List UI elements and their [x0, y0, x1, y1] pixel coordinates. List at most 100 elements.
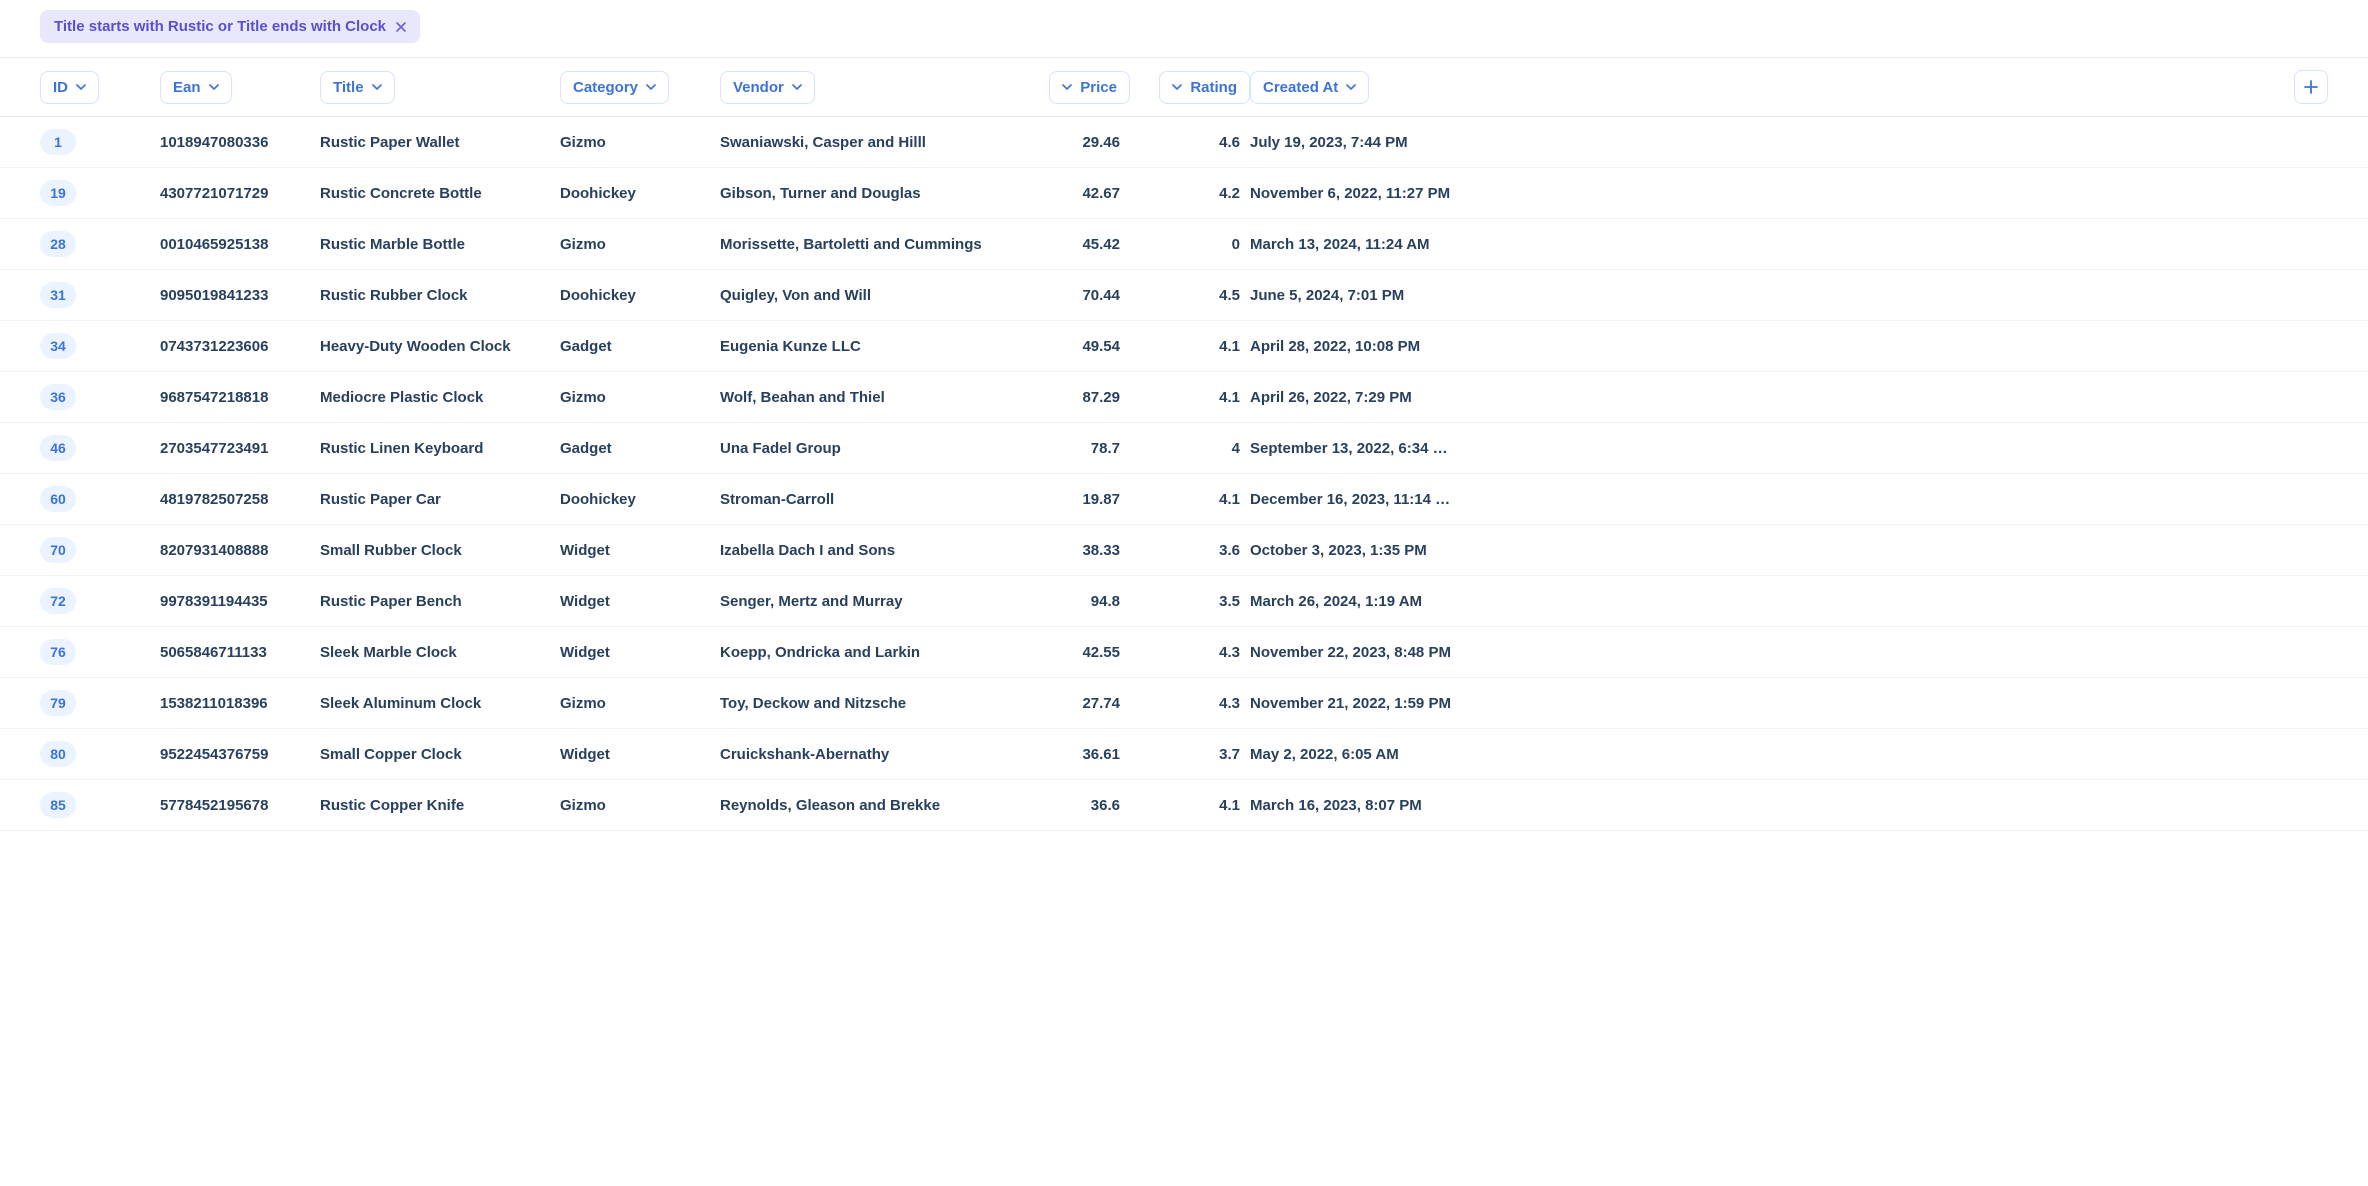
column-header-vendor[interactable]: Vendor: [720, 71, 815, 104]
cell-rating: 4.2: [1130, 185, 1250, 202]
cell-vendor: Cruickshank-Abernathy: [720, 746, 1010, 763]
chevron-down-icon: [646, 82, 656, 92]
cell-title: Mediocre Plastic Clock: [320, 389, 560, 406]
cell-created: November 22, 2023, 8:48 PM: [1250, 644, 1490, 661]
id-link[interactable]: 31: [40, 282, 76, 308]
id-link[interactable]: 76: [40, 639, 76, 665]
filter-pill[interactable]: Title starts with Rustic or Title ends w…: [40, 10, 420, 43]
id-link[interactable]: 60: [40, 486, 76, 512]
chevron-down-icon: [1172, 82, 1182, 92]
id-link[interactable]: 80: [40, 741, 76, 767]
table-row: 604819782507258Rustic Paper CarDoohickey…: [0, 474, 2368, 525]
cell-ean: 4307721071729: [160, 185, 320, 202]
column-header-category[interactable]: Category: [560, 71, 669, 104]
close-icon[interactable]: [396, 20, 406, 34]
id-link[interactable]: 85: [40, 792, 76, 818]
cell-rating: 0: [1130, 236, 1250, 253]
column-header-ean[interactable]: Ean: [160, 71, 232, 104]
cell-category: Widget: [560, 644, 720, 661]
cell-category: Gizmo: [560, 134, 720, 151]
id-link[interactable]: 72: [40, 588, 76, 614]
cell-price: 94.8: [1010, 593, 1130, 610]
cell-title: Small Rubber Clock: [320, 542, 560, 559]
cell-category: Doohickey: [560, 185, 720, 202]
id-link[interactable]: 70: [40, 537, 76, 563]
id-link[interactable]: 46: [40, 435, 76, 461]
cell-category: Gizmo: [560, 695, 720, 712]
table-row: 708207931408888Small Rubber ClockWidgetI…: [0, 525, 2368, 576]
cell-title: Sleek Aluminum Clock: [320, 695, 560, 712]
table-row: 855778452195678Rustic Copper KnifeGizmoR…: [0, 780, 2368, 831]
cell-vendor: Morissette, Bartoletti and Cummings: [720, 236, 1010, 253]
table-header-row: ID Ean Title Category: [0, 58, 2368, 117]
column-header-label: Vendor: [733, 79, 784, 96]
id-link[interactable]: 79: [40, 690, 76, 716]
cell-title: Rustic Copper Knife: [320, 797, 560, 814]
table-row: 765065846711133Sleek Marble ClockWidgetK…: [0, 627, 2368, 678]
cell-ean: 9687547218818: [160, 389, 320, 406]
cell-created: November 21, 2022, 1:59 PM: [1250, 695, 1490, 712]
cell-created: March 26, 2024, 1:19 AM: [1250, 593, 1490, 610]
cell-price: 87.29: [1010, 389, 1130, 406]
id-link[interactable]: 36: [40, 384, 76, 410]
id-link[interactable]: 34: [40, 333, 76, 359]
cell-rating: 4.6: [1130, 134, 1250, 151]
chevron-down-icon: [792, 82, 802, 92]
cell-rating: 3.7: [1130, 746, 1250, 763]
cell-price: 36.6: [1010, 797, 1130, 814]
cell-title: Rustic Rubber Clock: [320, 287, 560, 304]
add-column-button[interactable]: [2294, 70, 2328, 104]
cell-ean: 9522454376759: [160, 746, 320, 763]
cell-title: Sleek Marble Clock: [320, 644, 560, 661]
cell-ean: 5778452195678: [160, 797, 320, 814]
cell-vendor: Swaniawski, Casper and Hilll: [720, 134, 1010, 151]
table-row: 11018947080336Rustic Paper WalletGizmoSw…: [0, 117, 2368, 168]
column-header-label: Price: [1080, 79, 1117, 96]
chevron-down-icon: [209, 82, 219, 92]
cell-title: Rustic Concrete Bottle: [320, 185, 560, 202]
cell-rating: 4.1: [1130, 797, 1250, 814]
cell-ean: 2703547723491: [160, 440, 320, 457]
cell-rating: 4.3: [1130, 644, 1250, 661]
cell-created: April 28, 2022, 10:08 PM: [1250, 338, 1490, 355]
cell-vendor: Una Fadel Group: [720, 440, 1010, 457]
cell-price: 49.54: [1010, 338, 1130, 355]
column-header-rating[interactable]: Rating: [1159, 71, 1250, 104]
cell-title: Heavy-Duty Wooden Clock: [320, 338, 560, 355]
column-header-label: Rating: [1190, 79, 1237, 96]
cell-rating: 4.5: [1130, 287, 1250, 304]
column-header-id[interactable]: ID: [40, 71, 99, 104]
column-header-label: Title: [333, 79, 364, 96]
id-link[interactable]: 28: [40, 231, 76, 257]
column-header-label: ID: [53, 79, 68, 96]
cell-title: Rustic Marble Bottle: [320, 236, 560, 253]
cell-vendor: Eugenia Kunze LLC: [720, 338, 1010, 355]
column-header-label: Ean: [173, 79, 201, 96]
cell-ean: 0010465925138: [160, 236, 320, 253]
cell-category: Gadget: [560, 440, 720, 457]
table-row: 28 0010465925138Rustic Marble BottleGizmo…: [0, 219, 2368, 270]
chevron-down-icon: [76, 82, 86, 92]
column-header-title[interactable]: Title: [320, 71, 395, 104]
cell-vendor: Toy, Deckow and Nitzsche: [720, 695, 1010, 712]
cell-created: June 5, 2024, 7:01 PM: [1250, 287, 1490, 304]
cell-category: Gizmo: [560, 236, 720, 253]
column-header-created[interactable]: Created At: [1250, 71, 1369, 104]
cell-created: May 2, 2022, 6:05 AM: [1250, 746, 1490, 763]
cell-ean: 4819782507258: [160, 491, 320, 508]
cell-created: September 13, 2022, 6:34 …: [1250, 440, 1490, 457]
cell-ean: 9095019841233: [160, 287, 320, 304]
cell-price: 19.87: [1010, 491, 1130, 508]
cell-category: Doohickey: [560, 287, 720, 304]
cell-vendor: Gibson, Turner and Douglas: [720, 185, 1010, 202]
cell-ean: 8207931408888: [160, 542, 320, 559]
id-link[interactable]: 1: [40, 129, 76, 155]
column-header-price[interactable]: Price: [1049, 71, 1130, 104]
id-link[interactable]: 19: [40, 180, 76, 206]
cell-created: November 6, 2022, 11:27 PM: [1250, 185, 1490, 202]
table-row: 369687547218818Mediocre Plastic ClockGiz…: [0, 372, 2368, 423]
cell-category: Gizmo: [560, 797, 720, 814]
cell-rating: 4.1: [1130, 338, 1250, 355]
cell-created: March 16, 2023, 8:07 PM: [1250, 797, 1490, 814]
cell-price: 27.74: [1010, 695, 1130, 712]
